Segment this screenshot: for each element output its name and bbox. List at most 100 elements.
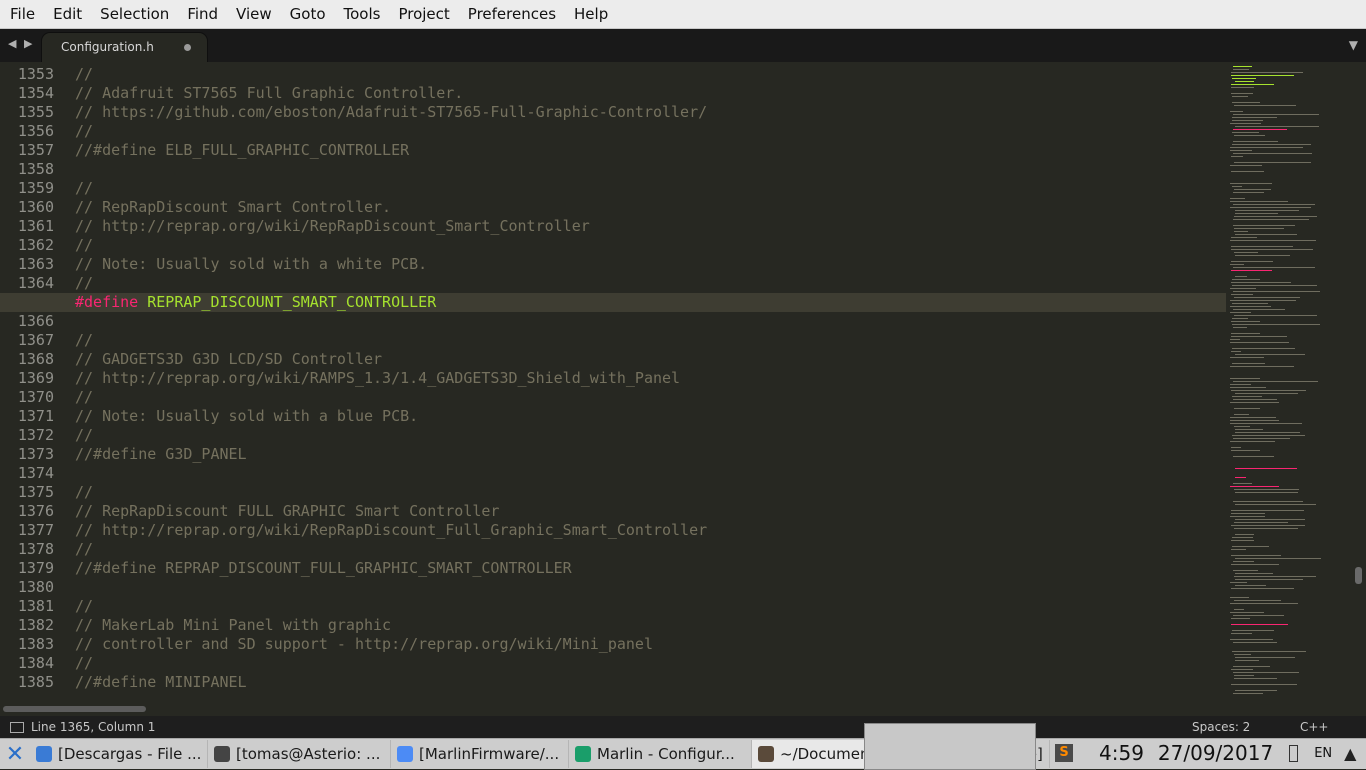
code-line[interactable]: // (75, 426, 1226, 445)
code-line[interactable]: // Note: Usually sold with a blue PCB. (75, 407, 1226, 426)
minimap-line (1234, 228, 1284, 229)
line-number: 1369 (17, 369, 54, 387)
minimap-line (1233, 204, 1315, 205)
menu-help[interactable]: Help (564, 0, 616, 28)
code-line[interactable]: // http://reprap.org/wiki/RAMPS_1.3/1.4_… (75, 369, 1226, 388)
code-line[interactable]: //#define ELB_FULL_GRAPHIC_CONTROLLER (75, 141, 1226, 160)
code-line[interactable]: // (75, 274, 1226, 293)
horizontal-scrollbar[interactable] (0, 702, 1226, 716)
minimap-line (1232, 117, 1277, 118)
code-line[interactable] (75, 578, 1226, 597)
clock-date[interactable]: 27/09/2017 (1158, 741, 1273, 765)
unsaved-dot-icon[interactable] (184, 44, 191, 51)
minimap-line (1232, 186, 1242, 187)
minimap-line (1233, 141, 1278, 142)
code-line[interactable]: // Adafruit ST7565 Full Graphic Controll… (75, 84, 1226, 103)
taskbar-window-3[interactable]: Marlin - Configur... (569, 740, 752, 768)
window-app-icon (214, 746, 230, 762)
menu-project[interactable]: Project (388, 0, 457, 28)
code-line[interactable]: // http://reprap.org/wiki/RepRapDiscount… (75, 521, 1226, 540)
minimap-line (1230, 486, 1279, 487)
line-number: 1381 (17, 597, 54, 615)
minimap[interactable] (1226, 62, 1350, 702)
code-line[interactable]: // (75, 122, 1226, 141)
minimap-line (1235, 660, 1259, 661)
taskbar-window-label: Marlin - Configur... (597, 745, 735, 763)
minimap-line (1232, 546, 1269, 547)
code-line[interactable]: //#define MINIPANEL (75, 673, 1226, 692)
menu-tools[interactable]: Tools (334, 0, 389, 28)
minimap-line (1232, 396, 1262, 397)
line-number: 1363 (17, 255, 54, 273)
menu-bar: File Edit Selection Find View Goto Tools Projec… (0, 0, 1366, 29)
vertical-scroll-thumb[interactable] (1355, 567, 1362, 584)
minimap-line (1231, 270, 1272, 271)
menu-view[interactable]: View (226, 0, 280, 28)
code-line[interactable]: // (75, 331, 1226, 350)
code-line[interactable] (75, 464, 1226, 483)
code-line[interactable]: // https://github.com/eboston/Adafruit-S… (75, 103, 1226, 122)
code-line[interactable]: // http://reprap.org/wiki/RepRapDiscount… (75, 217, 1226, 236)
taskbar-window-2[interactable]: [MarlinFirmware/... (391, 740, 569, 768)
menu-selection[interactable]: Selection (90, 0, 177, 28)
code-line[interactable]: // (75, 483, 1226, 502)
minimap-line (1233, 381, 1318, 382)
code-line[interactable]: // Note: Usually sold with a white PCB. (75, 255, 1226, 274)
minimap-line (1231, 333, 1260, 334)
keyboard-layout[interactable]: EN (1314, 746, 1332, 761)
line-number: 1354 (17, 84, 54, 102)
minimap-line (1230, 288, 1256, 289)
code-line[interactable]: // (75, 388, 1226, 407)
wifi-icon[interactable]: ▲ (1344, 744, 1356, 763)
horizontal-scroll-thumb[interactable] (3, 706, 146, 712)
code-line[interactable]: // (75, 654, 1226, 673)
menu-preferences[interactable]: Preferences (458, 0, 564, 28)
code-line[interactable]: #define REPRAP_DISCOUNT_SMART_CONTROLLER (0, 293, 1226, 312)
code-line[interactable]: // controller and SD support - http://re… (75, 635, 1226, 654)
vertical-scrollbar[interactable] (1350, 62, 1366, 702)
code-line[interactable] (75, 160, 1226, 179)
code-line[interactable]: // (75, 65, 1226, 84)
code-line[interactable]: // (75, 597, 1226, 616)
tab-next-icon[interactable]: ▶ (24, 37, 32, 50)
menu-edit[interactable]: Edit (43, 0, 90, 28)
panel-toggle-icon[interactable] (10, 722, 24, 733)
sublime-tray-icon[interactable]: S (1055, 744, 1073, 762)
tab-configuration-h[interactable]: Configuration.h (42, 33, 207, 62)
start-menu-icon[interactable]: ✕ (0, 739, 30, 769)
line-number: 1380 (17, 578, 54, 596)
code-line[interactable]: // (75, 540, 1226, 559)
line-number: 1377 (17, 521, 54, 539)
minimap-line (1233, 192, 1264, 193)
code-line[interactable]: // RepRapDiscount Smart Controller. (75, 198, 1226, 217)
minimap-line (1231, 669, 1253, 670)
menu-goto[interactable]: Goto (280, 0, 334, 28)
code-area[interactable]: //// Adafruit ST7565 Full Graphic Contro… (0, 62, 1226, 692)
battery-icon[interactable] (1289, 744, 1299, 762)
menu-file[interactable]: File (0, 0, 43, 28)
minimap-line (1234, 600, 1281, 601)
line-number: 1373 (17, 445, 54, 463)
code-line[interactable]: //#define G3D_PANEL (75, 445, 1226, 464)
code-line[interactable] (75, 312, 1226, 331)
minimap-line (1235, 585, 1266, 586)
code-line[interactable]: // MakerLab Mini Panel with graphic (75, 616, 1226, 635)
clock-time[interactable]: 4:59 (1099, 741, 1144, 765)
minimap-line (1230, 300, 1296, 301)
code-editor[interactable]: 1352135313541355135613571358135913601361… (0, 62, 1226, 702)
code-line[interactable]: // RepRapDiscount FULL GRAPHIC Smart Con… (75, 502, 1226, 521)
code-line[interactable]: // GADGETS3D G3D LCD/SD Controller (75, 350, 1226, 369)
minimap-line (1235, 213, 1278, 214)
taskbar-window-0[interactable]: [Descargas - File ... (30, 740, 208, 768)
line-number: 1368 (17, 350, 54, 368)
syntax-setting[interactable]: C++ (1300, 720, 1329, 734)
tab-dropdown-icon[interactable]: ▼ (1349, 38, 1358, 52)
tab-prev-icon[interactable]: ◀ (8, 37, 16, 50)
minimap-line (1232, 363, 1265, 364)
menu-find[interactable]: Find (177, 0, 226, 28)
code-line[interactable]: //#define REPRAP_DISCOUNT_FULL_GRAPHIC_S… (75, 559, 1226, 578)
taskbar-window-1[interactable]: [tomas@Asterio: ... (208, 740, 391, 768)
code-line[interactable]: // (75, 236, 1226, 255)
code-line[interactable]: // (75, 179, 1226, 198)
indentation-setting[interactable]: Spaces: 2 (1192, 720, 1250, 734)
